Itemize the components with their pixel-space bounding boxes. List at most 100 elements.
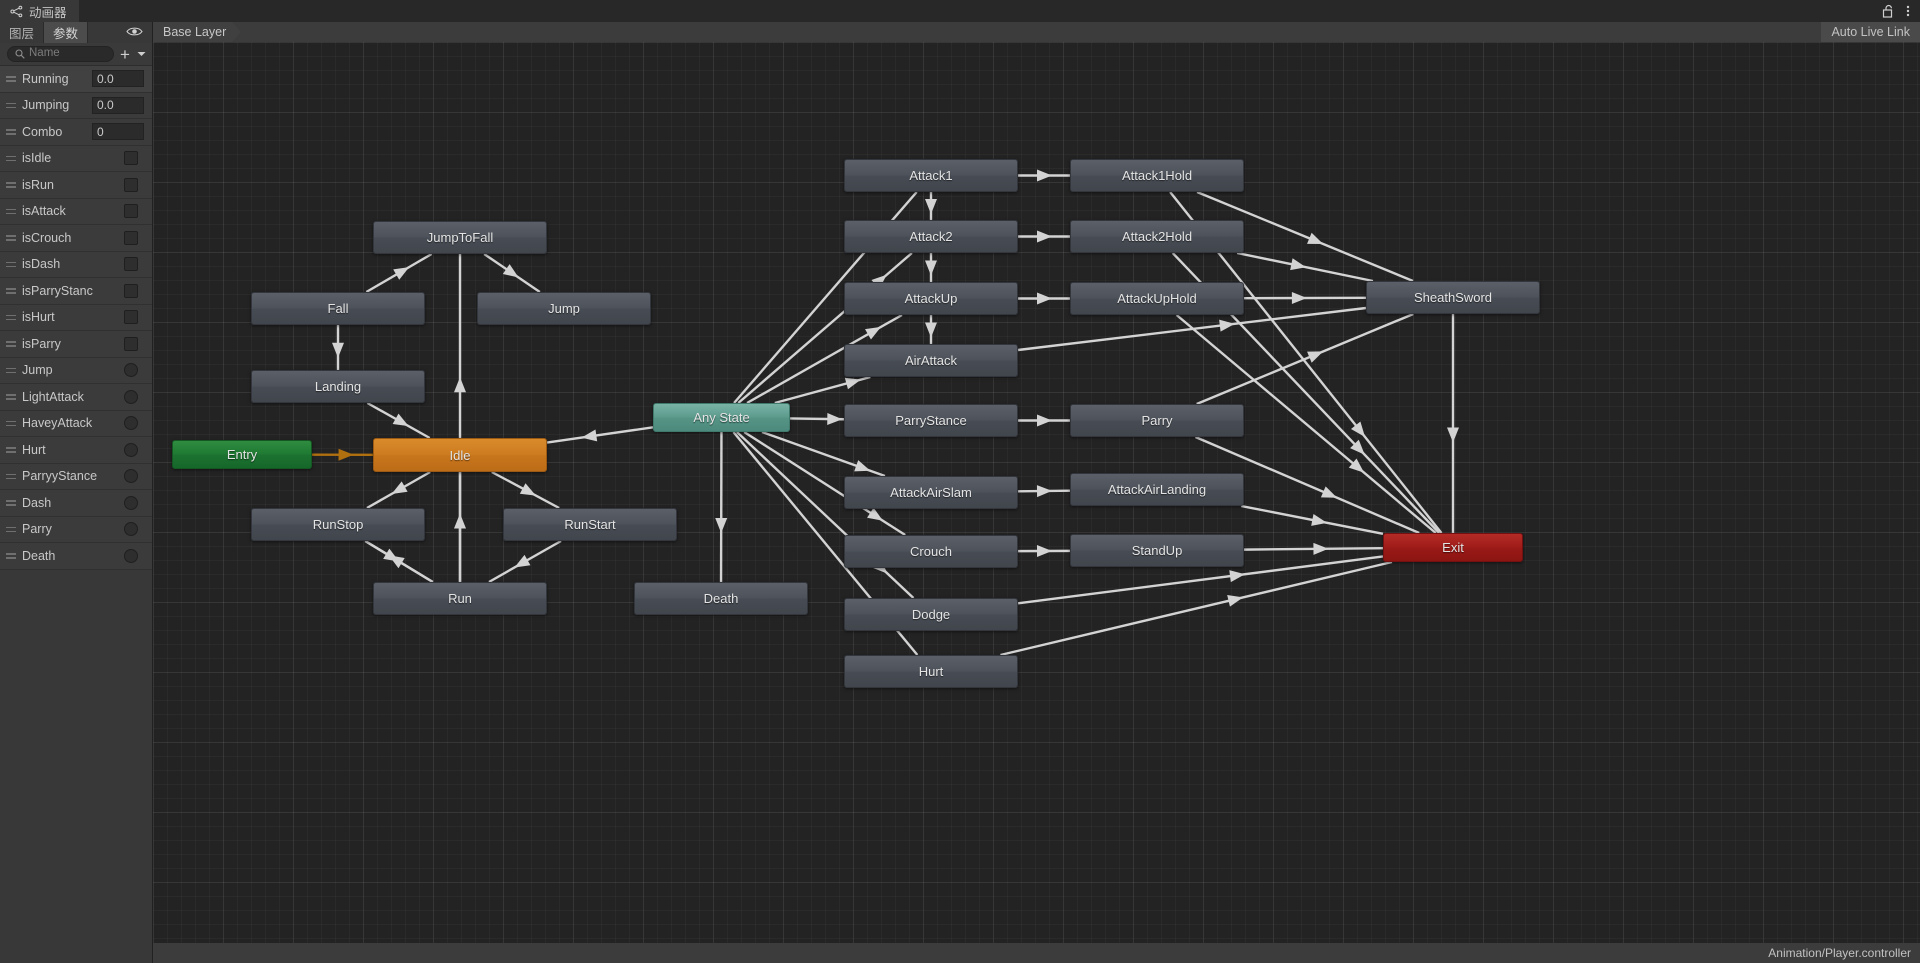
state-node[interactable]: AttackUpHold (1070, 282, 1244, 315)
state-node[interactable]: Exit (1383, 533, 1523, 562)
drag-handle-icon[interactable] (6, 100, 16, 110)
drag-handle-icon[interactable] (6, 418, 16, 428)
parameter-row[interactable]: isDash (0, 251, 152, 278)
search-input[interactable]: Name (7, 46, 114, 62)
state-node[interactable]: Attack1Hold (1070, 159, 1244, 192)
parameter-value-field[interactable]: 0.0 (92, 70, 144, 88)
state-node[interactable]: Crouch (844, 535, 1018, 568)
drag-handle-icon[interactable] (6, 498, 16, 508)
parameter-bool-checkbox[interactable] (124, 177, 138, 192)
layer-visibility-toggle[interactable] (126, 22, 152, 43)
state-node[interactable]: SheathSword (1366, 281, 1540, 314)
chevron-down-icon[interactable] (136, 46, 147, 62)
drag-handle-icon[interactable] (6, 312, 16, 322)
state-node[interactable]: Dodge (844, 598, 1018, 631)
state-node[interactable]: AirAttack (844, 344, 1018, 377)
parameter-row[interactable]: HaveyAttack (0, 410, 152, 437)
state-node[interactable]: Idle (373, 438, 547, 472)
parameter-bool-checkbox[interactable] (124, 230, 138, 245)
drag-handle-icon[interactable] (6, 392, 16, 402)
state-machine-canvas[interactable]: JumpToFall Fall Jump Landing Entry Idle RunSto… (153, 42, 1920, 943)
state-node[interactable]: Run (373, 582, 547, 615)
drag-handle-icon[interactable] (6, 365, 16, 375)
parameter-row[interactable]: ParryyStance (0, 463, 152, 490)
parameter-trigger-radio[interactable] (124, 363, 138, 378)
parameter-row[interactable]: isHurt (0, 304, 152, 331)
state-node[interactable]: AttackAirSlam (844, 476, 1018, 509)
state-node[interactable]: AttackAirLanding (1070, 473, 1244, 506)
state-node[interactable]: RunStop (251, 508, 425, 541)
parameter-bool-checkbox[interactable] (124, 257, 138, 272)
drag-handle-icon[interactable] (6, 180, 16, 190)
transition-line[interactable] (546, 426, 654, 444)
parameter-row[interactable]: Jump (0, 357, 152, 384)
animator-window-tab[interactable]: 动画器 (0, 0, 79, 22)
state-node[interactable]: Hurt (844, 655, 1018, 688)
parameter-trigger-radio[interactable] (124, 548, 138, 563)
state-node[interactable]: Landing (251, 370, 425, 403)
parameter-row[interactable]: isParryStanc (0, 278, 152, 305)
state-node[interactable]: Death (634, 582, 808, 615)
parameter-row[interactable]: Parry (0, 516, 152, 543)
transition-line[interactable] (1000, 560, 1393, 657)
drag-handle-icon[interactable] (6, 339, 16, 349)
drag-handle-icon[interactable] (6, 259, 16, 269)
state-node[interactable]: ParryStance (844, 404, 1018, 437)
state-node[interactable]: Fall (251, 292, 425, 325)
parameter-bool-checkbox[interactable] (124, 336, 138, 351)
parameter-row[interactable]: isParry (0, 331, 152, 358)
drag-handle-icon[interactable] (6, 206, 16, 216)
parameter-trigger-radio[interactable] (124, 442, 138, 457)
drag-handle-icon[interactable] (6, 524, 16, 534)
parameter-row[interactable]: isAttack (0, 198, 152, 225)
tab-parameters[interactable]: 参数 (44, 22, 89, 43)
drag-handle-icon[interactable] (6, 286, 16, 296)
parameter-trigger-radio[interactable] (124, 469, 138, 484)
parameter-trigger-radio[interactable] (124, 389, 138, 404)
drag-handle-icon[interactable] (6, 74, 16, 84)
state-node[interactable]: Any State (653, 403, 790, 432)
parameter-bool-checkbox[interactable] (124, 310, 138, 325)
state-node[interactable]: Parry (1070, 404, 1244, 437)
transition-line[interactable] (1240, 504, 1384, 535)
state-node[interactable]: AttackUp (844, 282, 1018, 315)
parameter-row[interactable]: Running 0.0 (0, 66, 152, 93)
parameter-row[interactable]: isIdle (0, 145, 152, 172)
state-node[interactable]: Entry (172, 440, 312, 469)
parameter-row[interactable]: Hurt (0, 437, 152, 464)
state-node[interactable]: RunStart (503, 508, 677, 541)
lock-open-icon[interactable] (1882, 4, 1894, 18)
parameter-trigger-radio[interactable] (124, 522, 138, 537)
parameter-row[interactable]: Dash (0, 490, 152, 517)
state-node[interactable]: JumpToFall (373, 221, 547, 254)
drag-handle-icon[interactable] (6, 153, 16, 163)
state-node[interactable]: Attack2Hold (1070, 220, 1244, 253)
drag-handle-icon[interactable] (6, 127, 16, 137)
kebab-menu-icon[interactable] (1906, 4, 1910, 18)
parameter-row[interactable]: Death (0, 543, 152, 570)
state-node[interactable]: Jump (477, 292, 651, 325)
tab-layers[interactable]: 图层 (0, 22, 45, 43)
drag-handle-icon[interactable] (6, 551, 16, 561)
parameter-bool-checkbox[interactable] (124, 204, 138, 219)
parameter-row[interactable]: Combo 0 (0, 119, 152, 146)
drag-handle-icon[interactable] (6, 445, 16, 455)
breadcrumb-base-layer[interactable]: Base Layer (153, 22, 242, 42)
parameter-value-field[interactable]: 0 (92, 123, 144, 141)
drag-handle-icon[interactable] (6, 233, 16, 243)
parameter-trigger-radio[interactable] (124, 416, 138, 431)
parameter-bool-checkbox[interactable] (124, 283, 138, 298)
parameter-row[interactable]: LightAttack (0, 384, 152, 411)
auto-live-link-button[interactable]: Auto Live Link (1821, 22, 1920, 42)
parameter-value-field[interactable]: 0.0 (92, 96, 144, 114)
add-parameter-button[interactable]: + (118, 46, 132, 63)
state-node[interactable]: StandUp (1070, 534, 1244, 567)
parameter-row[interactable]: isCrouch (0, 225, 152, 252)
parameter-row[interactable]: isRun (0, 172, 152, 199)
parameter-row[interactable]: Jumping 0.0 (0, 92, 152, 119)
drag-handle-icon[interactable] (6, 471, 16, 481)
parameter-bool-checkbox[interactable] (124, 151, 138, 166)
state-node[interactable]: Attack1 (844, 159, 1018, 192)
parameter-trigger-radio[interactable] (124, 495, 138, 510)
state-node[interactable]: Attack2 (844, 220, 1018, 253)
